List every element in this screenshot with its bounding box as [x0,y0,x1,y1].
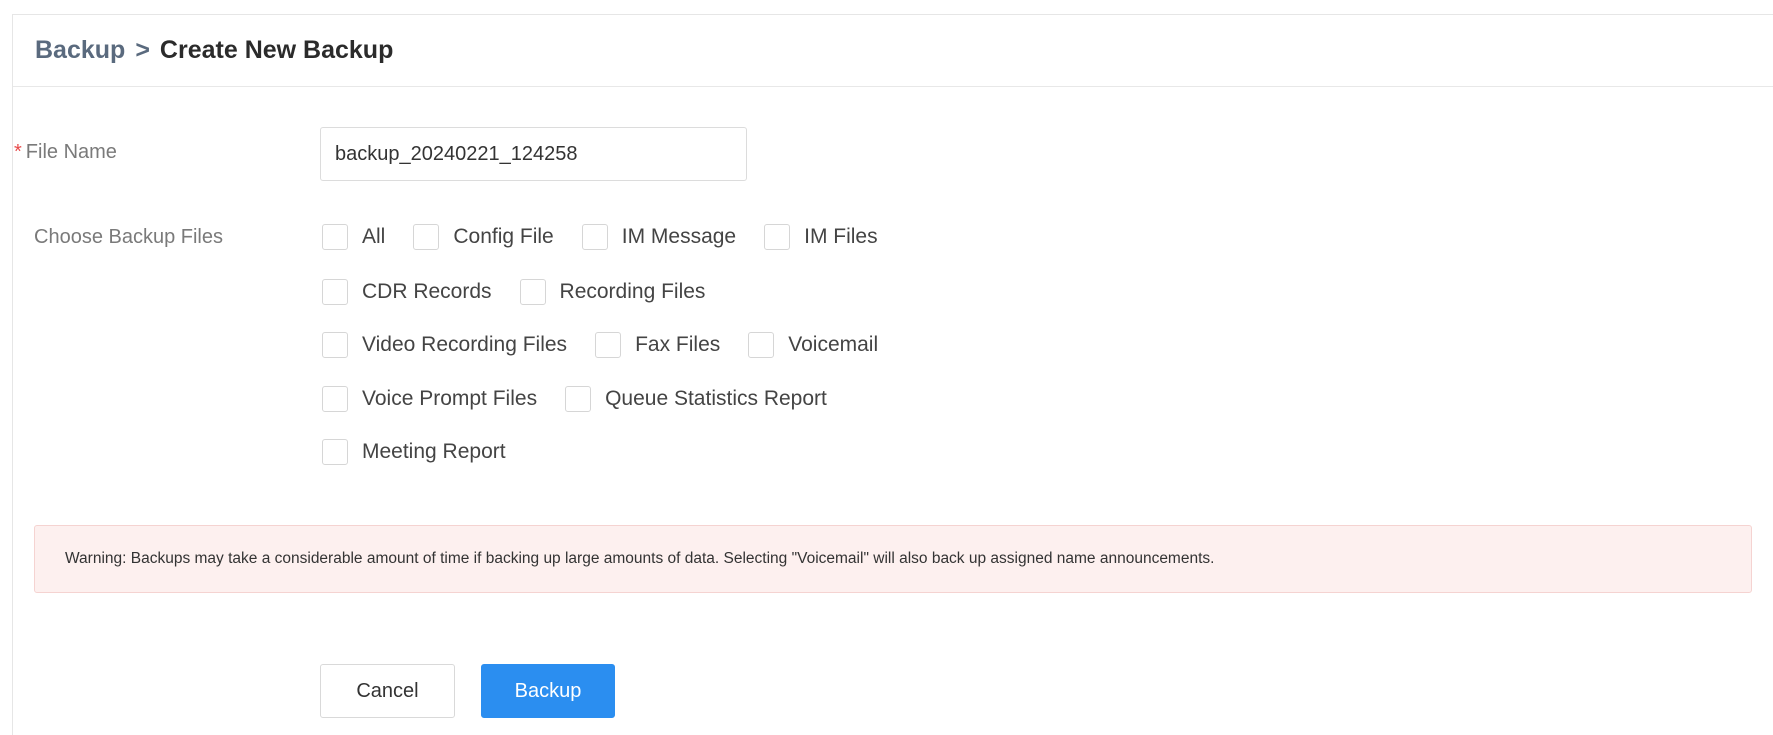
checkbox-all-label: All [362,225,386,248]
checkbox-cdr-records-box[interactable] [322,279,348,305]
checkbox-im-message[interactable]: IM Message [581,224,737,250]
required-marker: * [14,141,22,163]
checkbox-voicemail-box[interactable] [748,332,775,358]
checkbox-video-recording-files[interactable]: Video Recording Files [322,332,567,358]
warning-text: Warning: Backups may take a considerable… [65,550,1215,567]
file-name-label: * File Name [14,141,117,164]
checkbox-queue-statistics-report[interactable]: Queue Statistics Report [565,386,827,412]
checkbox-im-message-box[interactable] [581,224,608,250]
checkbox-voice-prompt-files[interactable]: Voice Prompt Files [322,386,537,412]
checkbox-voicemail-label: Voicemail [788,333,879,356]
checkbox-config-file[interactable]: Config File [413,224,554,250]
checkbox-queue-statistics-report-label: Queue Statistics Report [605,387,827,410]
panel-left-border [12,14,13,735]
checkbox-meeting-report[interactable]: Meeting Report [322,439,506,465]
backup-files-row-1: All Config File IM Message IM Files [322,222,906,252]
checkbox-video-recording-files-label: Video Recording Files [362,333,568,356]
breadcrumb-separator: > [135,36,150,64]
file-name-label-text: File Name [25,141,117,163]
checkbox-meeting-report-label: Meeting Report [362,440,506,463]
cancel-button[interactable]: Cancel [320,664,455,718]
checkbox-fax-files-label: Fax Files [635,333,721,356]
checkbox-all-box[interactable] [322,224,348,250]
checkbox-im-files-label: IM Files [804,225,878,248]
checkbox-voice-prompt-files-label: Voice Prompt Files [362,387,538,410]
checkbox-voice-prompt-files-box[interactable] [322,386,348,412]
checkbox-voicemail[interactable]: Voicemail [748,332,878,358]
checkbox-cdr-records-label: CDR Records [362,280,492,303]
checkbox-config-file-box[interactable] [413,224,440,250]
checkbox-fax-files[interactable]: Fax Files [595,332,720,358]
checkbox-all[interactable]: All [322,224,385,250]
backup-files-row-2: CDR Records Recording Files [322,277,733,307]
breadcrumb: Backup > Create New Backup [13,15,1773,87]
checkbox-queue-statistics-report-box[interactable] [565,386,592,412]
backup-files-row-3: Video Recording Files Fax Files Voicemai… [322,330,906,360]
checkbox-recording-files[interactable]: Recording Files [519,279,706,305]
backup-files-row-5: Meeting Report [322,437,534,467]
checkbox-video-recording-files-box[interactable] [322,332,348,358]
checkbox-im-message-label: IM Message [621,225,737,248]
file-name-input[interactable] [320,127,747,181]
backup-panel: Backup > Create New Backup *File Name Ch… [0,0,1773,735]
checkbox-recording-files-label: Recording Files [559,280,706,303]
warning-banner: Warning: Backups may take a considerable… [34,525,1752,593]
checkbox-im-files-box[interactable] [764,224,791,250]
checkbox-im-files[interactable]: IM Files [764,224,878,250]
backup-files-row-4: Voice Prompt Files Queue Statistics Repo… [322,384,855,414]
checkbox-cdr-records[interactable]: CDR Records [322,279,492,305]
checkbox-fax-files-box[interactable] [595,332,622,358]
checkbox-recording-files-box[interactable] [519,279,546,305]
breadcrumb-backup-link[interactable]: Backup [35,36,125,65]
backup-button[interactable]: Backup [481,664,615,718]
checkbox-config-file-label: Config File [453,225,554,248]
checkbox-meeting-report-box[interactable] [322,439,348,465]
page-title: Create New Backup [159,36,394,64]
choose-backup-files-label: Choose Backup Files [34,226,223,248]
